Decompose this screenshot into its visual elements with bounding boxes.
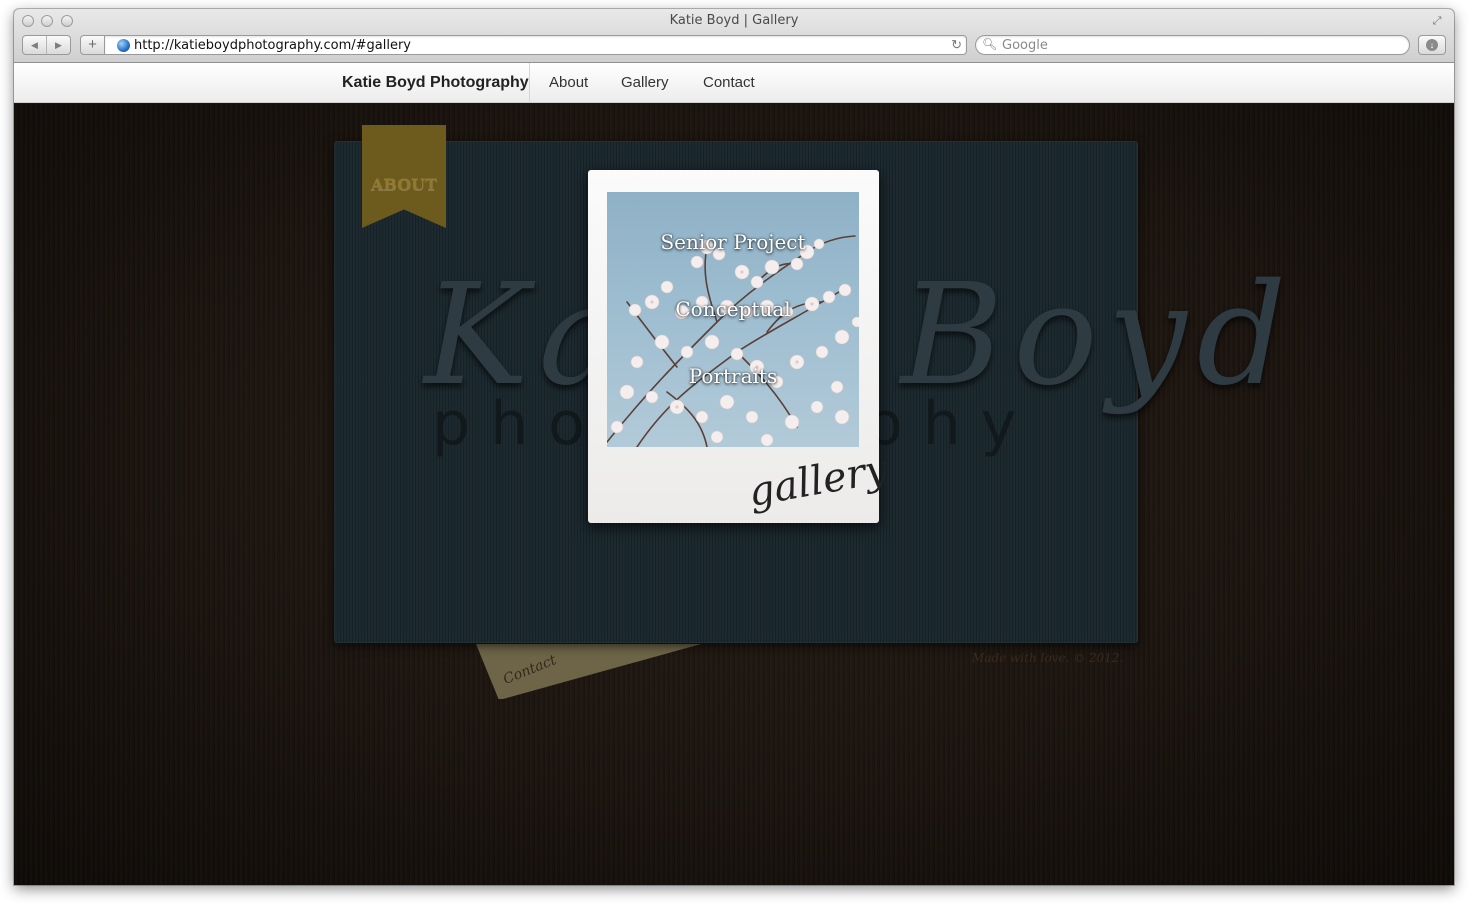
nav-link-about[interactable]: About xyxy=(549,63,588,103)
gallery-link-conceptual[interactable]: Conceptual xyxy=(607,297,859,321)
forward-arrow-icon[interactable]: ▶ xyxy=(46,36,70,54)
ribbon-label: ABOUT xyxy=(370,175,438,194)
gallery-polaroid: Senior Project Conceptual Portraits gall… xyxy=(588,170,891,523)
address-bar[interactable]: http://katieboydphotography.com/#gallery… xyxy=(104,35,967,55)
nav-link-gallery[interactable]: Gallery xyxy=(621,63,669,103)
browser-window: Katie Boyd | Gallery ⤢ ◀ ▶ + http://kati… xyxy=(14,9,1454,885)
search-input[interactable] xyxy=(1002,38,1392,53)
gallery-link-portraits[interactable]: Portraits xyxy=(607,364,859,388)
site-brand[interactable]: Katie Boyd Photography xyxy=(342,63,529,103)
magnifier-icon: 🔍︎ xyxy=(982,37,998,51)
back-arrow-icon[interactable]: ◀ xyxy=(23,36,46,54)
reload-icon[interactable]: ↻ xyxy=(951,37,962,53)
search-field[interactable]: 🔍︎ xyxy=(975,35,1410,55)
browser-toolbar: Katie Boyd | Gallery ⤢ ◀ ▶ + http://kati… xyxy=(14,9,1454,63)
nav-divider xyxy=(529,63,530,103)
blossom-photo: Senior Project Conceptual Portraits xyxy=(607,192,859,447)
footer-note: Made with love. © 2012. xyxy=(972,651,1124,665)
downloads-button[interactable]: ↓ xyxy=(1418,35,1446,55)
address-text[interactable]: http://katieboydphotography.com/#gallery xyxy=(134,38,411,53)
page-content: Contact ABOUT Katie Boyd photography Mad… xyxy=(14,104,1454,885)
downloads-icon: ↓ xyxy=(1426,39,1438,51)
plus-icon[interactable]: + xyxy=(80,35,104,55)
window-title: Katie Boyd | Gallery xyxy=(669,13,799,28)
gallery-link-senior-project[interactable]: Senior Project xyxy=(607,230,859,254)
nav-link-contact[interactable]: Contact xyxy=(703,63,755,103)
gallery-caption: gallery xyxy=(745,446,892,516)
history-buttons: ◀ ▶ xyxy=(22,35,71,55)
site-navbar: Katie Boyd Photography About Gallery Con… xyxy=(14,63,1454,103)
globe-icon xyxy=(117,39,130,52)
fullscreen-icon[interactable]: ⤢ xyxy=(1430,14,1444,28)
